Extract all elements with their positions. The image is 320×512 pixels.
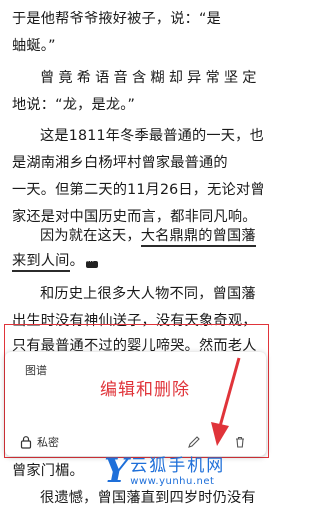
text-line: 因为就在这天，大名鼎鼎的曾国藩 xyxy=(40,227,292,247)
watermark-logo: Y xyxy=(104,451,129,491)
text-line: 曾竟希语音含糊却异常坚定 xyxy=(40,70,261,86)
annotation-arrow xyxy=(211,357,241,446)
text-span: 。 xyxy=(69,253,84,269)
text-line: 和历史上很多大人物不同，曾国藩 xyxy=(40,286,256,302)
edit-icon[interactable] xyxy=(187,435,201,449)
highlighted-text[interactable]: 来到人间 xyxy=(12,253,70,272)
private-label[interactable]: 私密 xyxy=(37,434,59,450)
text-line: 这是1811年冬季最普通的一天，也 xyxy=(40,128,264,144)
watermark-name: 云狐手机网 xyxy=(130,455,226,476)
annotation-label: 编辑和删除 xyxy=(100,380,190,400)
watermark-url: www.yunhu.net xyxy=(130,475,215,487)
text-span: 因为就在这天， xyxy=(40,228,141,244)
text-line: 地说：“龙，是龙。” xyxy=(12,97,136,113)
text-line: 来到人间。 xyxy=(12,252,264,272)
text-line: 是湖南湘乡白杨坪村曾家最普通的 xyxy=(12,155,228,171)
watermark: Y 云狐手机网 www.yunhu.net xyxy=(104,454,225,488)
note-popup-header: 图谱 xyxy=(25,364,47,377)
highlighted-text[interactable]: 大名鼎鼎的曾国藩 xyxy=(140,228,256,247)
lock-icon[interactable] xyxy=(19,435,33,449)
text-line: 一天。但第二天的11月26日，无论对曾 xyxy=(12,182,265,198)
text-line: 家还是对中国历史而言，都非同凡响。 xyxy=(12,209,257,225)
text-line: 蚰蜒。” xyxy=(12,38,56,54)
note-marker-icon[interactable] xyxy=(85,259,98,268)
text-line: 很遗憾，曾国藩直到四岁时仍没有 xyxy=(40,490,256,506)
text-line: 于是他帮爷爷掖好被子，说：“是 xyxy=(12,11,221,27)
